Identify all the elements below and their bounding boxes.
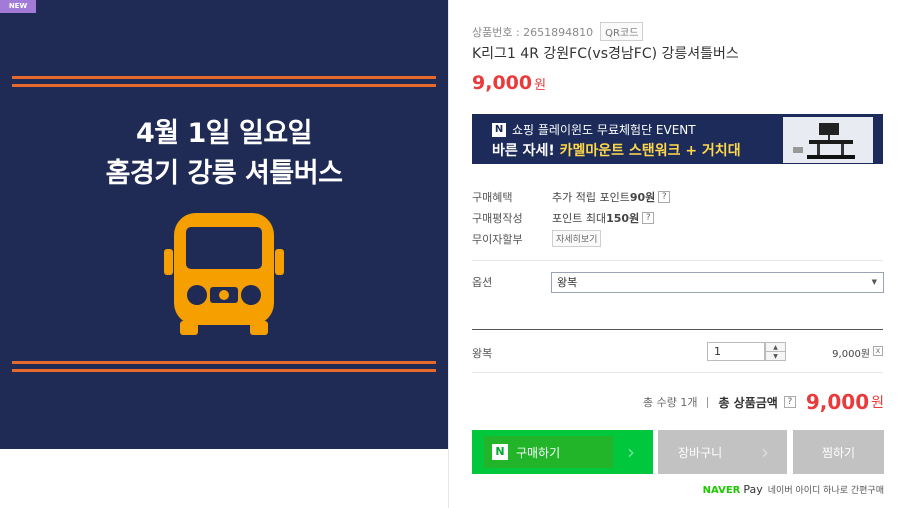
chevron-right-icon: › bbox=[627, 440, 635, 464]
caret-down-icon: ▼ bbox=[871, 278, 877, 286]
product-image: NEW 4월 1일 일요일 홈경기 강릉 셔틀버스 bbox=[0, 0, 448, 449]
hero-title-line2: 홈경기 강릉 셔틀버스 bbox=[105, 158, 343, 189]
stripe-bottom-1 bbox=[12, 361, 436, 364]
product-page: NEW 4월 1일 일요일 홈경기 강릉 셔틀버스 상품번호 : 2651894… bbox=[0, 0, 905, 508]
quantity-stepper[interactable]: ▲ ▼ bbox=[765, 342, 786, 361]
option-selected-value: 왕복 bbox=[557, 276, 578, 289]
product-number-text: 상품번호 : 2651894810 bbox=[472, 25, 594, 39]
stripe-top-1 bbox=[12, 76, 436, 79]
pay-logo: Pay bbox=[743, 483, 763, 496]
chevron-right-icon: › bbox=[761, 440, 769, 464]
option-label: 옵션 bbox=[472, 276, 493, 289]
divider bbox=[472, 372, 883, 373]
naver-n-icon: N bbox=[492, 444, 508, 460]
benefit-label: 구매혜택 bbox=[472, 190, 513, 204]
banner-line1: N 쇼핑 플레이윈도 무료체험단 EVENT bbox=[492, 121, 696, 138]
total-amount: 9,000 bbox=[805, 390, 870, 414]
wish-button-label: 찜하기 bbox=[821, 445, 856, 460]
total-summary: 총 수량 1개 총 상품금액 ? 9,000 원 bbox=[643, 390, 884, 414]
new-badge: NEW bbox=[0, 0, 36, 13]
benefits-list: 구매혜택 추가 적립 포인트 90원 ? 구매평작성 포인트 최대 150원 ?… bbox=[472, 186, 671, 249]
installment-detail-button[interactable]: 자세히보기 bbox=[552, 230, 602, 247]
banner-line1-text: 쇼핑 플레이윈도 무료체험단 EVENT bbox=[512, 123, 696, 137]
benefit-row-review: 구매평작성 포인트 최대 150원 ? bbox=[472, 207, 670, 228]
benefit-value: 포인트 최대 150원 ? bbox=[552, 210, 655, 226]
divider bbox=[472, 260, 883, 261]
standing-desk-image bbox=[783, 117, 873, 163]
benefit-text: 포인트 최대 bbox=[552, 211, 607, 225]
help-icon[interactable]: ? bbox=[783, 396, 796, 408]
banner-line2-b: 카멜마운트 스탠워크 + 거치대 bbox=[559, 143, 741, 159]
benefit-row-installment: 무이자할부 자세히보기 bbox=[472, 228, 670, 249]
buy-button-label: 구매하기 bbox=[516, 445, 561, 460]
quantity-input[interactable]: 1 bbox=[707, 342, 765, 361]
remove-option-button[interactable]: x bbox=[873, 346, 883, 356]
column-divider bbox=[448, 0, 449, 508]
naver-n-icon: N bbox=[492, 122, 506, 137]
buy-button[interactable]: N 구매하기 › bbox=[472, 430, 653, 474]
help-icon[interactable]: ? bbox=[642, 211, 655, 224]
help-icon[interactable]: ? bbox=[658, 190, 671, 203]
benefit-amount: 150원 bbox=[606, 211, 640, 225]
hero-title-line1: 4월 1일 일요일 bbox=[135, 118, 313, 149]
benefit-text: 추가 적립 포인트 bbox=[552, 190, 630, 204]
total-separator bbox=[707, 396, 709, 408]
naver-pay-text: 네이버 아이디 하나로 간편구매 bbox=[767, 486, 884, 496]
increase-icon[interactable]: ▲ bbox=[766, 343, 785, 352]
selected-option-price: 9,000원 bbox=[832, 349, 870, 360]
benefit-row-purchase: 구매혜택 추가 적립 포인트 90원 ? bbox=[472, 186, 671, 207]
price-unit: 원 bbox=[534, 78, 547, 93]
naver-logo: NAVER bbox=[702, 485, 741, 496]
selected-option-name: 왕복 bbox=[472, 347, 493, 360]
buy-button-inner: N 구매하기 bbox=[484, 436, 613, 468]
wish-button[interactable]: 찜하기 bbox=[793, 430, 884, 474]
option-select[interactable]: 왕복 ▼ bbox=[551, 272, 884, 293]
stripe-top-2 bbox=[12, 84, 436, 87]
benefit-label: 구매평작성 bbox=[472, 211, 523, 225]
bus-icon bbox=[164, 213, 284, 335]
benefit-value: 추가 적립 포인트 90원 ? bbox=[552, 189, 671, 205]
cart-button-label: 장바구니 bbox=[678, 445, 723, 460]
qr-code-button[interactable]: QR코드 bbox=[600, 22, 644, 41]
banner-line2: 바른 자세! 카멜마운트 스탠워크 + 거치대 bbox=[492, 140, 741, 160]
total-unit: 원 bbox=[871, 395, 884, 411]
product-number: 상품번호 : 2651894810 QR코드 bbox=[472, 22, 644, 41]
price-value: 9,000 bbox=[472, 72, 533, 94]
benefit-label: 무이자할부 bbox=[472, 232, 523, 246]
total-label: 총 상품금액 bbox=[718, 395, 778, 410]
cart-button[interactable]: 장바구니 › bbox=[658, 430, 787, 474]
total-quantity: 총 수량 1개 bbox=[642, 396, 698, 409]
decrease-icon[interactable]: ▼ bbox=[766, 352, 785, 361]
product-price: 9,000 원 bbox=[472, 72, 546, 94]
event-banner[interactable]: N 쇼핑 플레이윈도 무료체험단 EVENT 바른 자세! 카멜마운트 스탠워크… bbox=[472, 114, 883, 164]
stripe-bottom-2 bbox=[12, 369, 436, 372]
benefit-amount: 90원 bbox=[629, 190, 656, 204]
naver-pay-note: NAVER Pay 네이버 아이디 하나로 간편구매 bbox=[703, 483, 884, 496]
banner-line2-a: 바른 자세! bbox=[492, 143, 560, 159]
divider-dark bbox=[472, 329, 883, 330]
product-title: K리그1 4R 강원FC(vs경남FC) 강릉셔틀버스 bbox=[472, 46, 739, 62]
